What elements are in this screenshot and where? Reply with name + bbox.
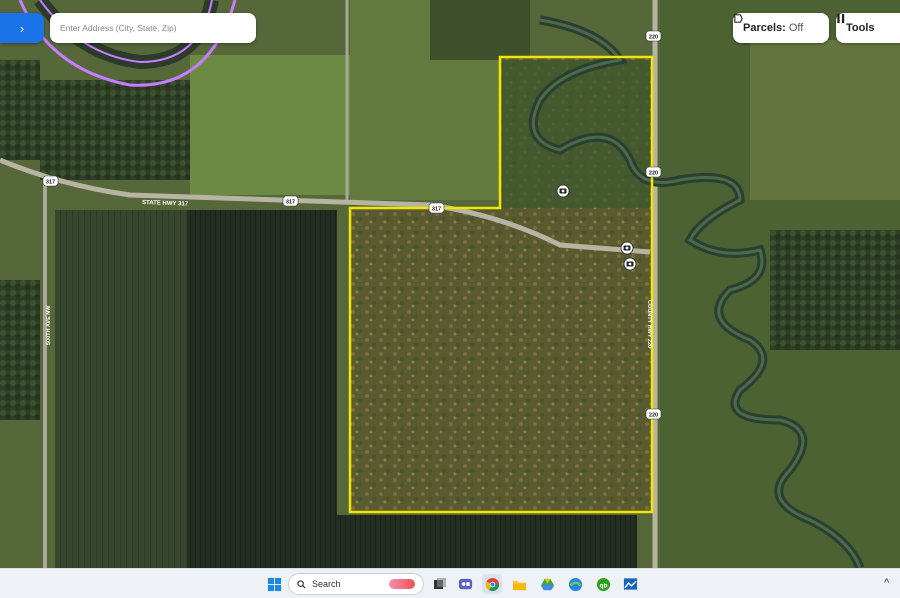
maps-icon[interactable] [565,574,585,594]
route-shield: 317 [428,202,445,214]
route-shield: 220 [645,408,662,420]
screen-capture-icon[interactable] [620,574,640,594]
drive-icon[interactable] [537,574,557,594]
satellite-map[interactable]: STATE HWY 317 500TH AVE NW COUNTY HWY 22… [0,0,900,568]
svg-text:317: 317 [286,200,295,206]
route-shield: 220 [645,166,662,178]
parcels-label: Parcels: [743,22,786,34]
task-view-icon[interactable] [430,574,450,594]
chrome-icon[interactable] [482,574,502,594]
crop-field [55,210,187,568]
tools-button[interactable]: Tools [836,13,900,43]
woodland [430,0,530,60]
camera-marker-icon[interactable] [556,184,570,198]
route-shield: 220 [645,30,662,42]
windows-start-icon[interactable] [264,574,284,594]
svg-text:220: 220 [649,35,658,41]
chevron-right-icon: › [19,20,25,36]
taskbar-search-box[interactable]: Search [288,573,424,595]
woodland [0,280,40,420]
camera-marker-icon[interactable] [623,257,637,271]
field-area [190,55,350,195]
address-search-box[interactable] [50,13,256,43]
camera-marker-icon[interactable] [620,241,634,255]
address-search-input[interactable] [60,23,256,33]
windows-taskbar: Search qb ^ [0,568,900,598]
woodland [40,80,190,180]
wetland [502,60,650,208]
woodland [0,60,40,160]
crop-field [187,210,337,568]
svg-text:220: 220 [649,171,658,177]
map-imagery: STATE HWY 317 500TH AVE NW COUNTY HWY 22… [0,0,900,568]
quickbooks-icon[interactable]: qb [593,574,613,594]
svg-text:qb: qb [599,582,607,589]
teams-icon[interactable] [455,574,475,594]
search-icon [297,579,306,589]
tools-label: Tools [846,22,875,34]
taskbar-search-label: Search [312,579,341,589]
field-area [750,40,900,200]
tools-icon [837,13,845,24]
avenue-label: 500TH AVE NW [46,305,52,345]
route-shield: 317 [42,175,59,187]
parcel-icon [734,14,743,23]
svg-text:317: 317 [46,180,55,186]
sidebar-toggle-button[interactable]: › [0,13,44,43]
tray-chevron-icon[interactable]: ^ [884,577,889,589]
woodland [770,230,900,350]
parcels-toggle-button[interactable]: Parcels: Off [733,13,829,43]
svg-text:317: 317 [432,207,441,213]
route-shield: 317 [282,195,299,207]
county-road-label: COUNTY HWY 220 [646,300,652,348]
crop-field [337,515,637,568]
folder-icon[interactable] [509,574,529,594]
parcels-state: Off [788,22,804,34]
search-highlight-icon [389,579,415,589]
svg-text:220: 220 [649,413,658,419]
